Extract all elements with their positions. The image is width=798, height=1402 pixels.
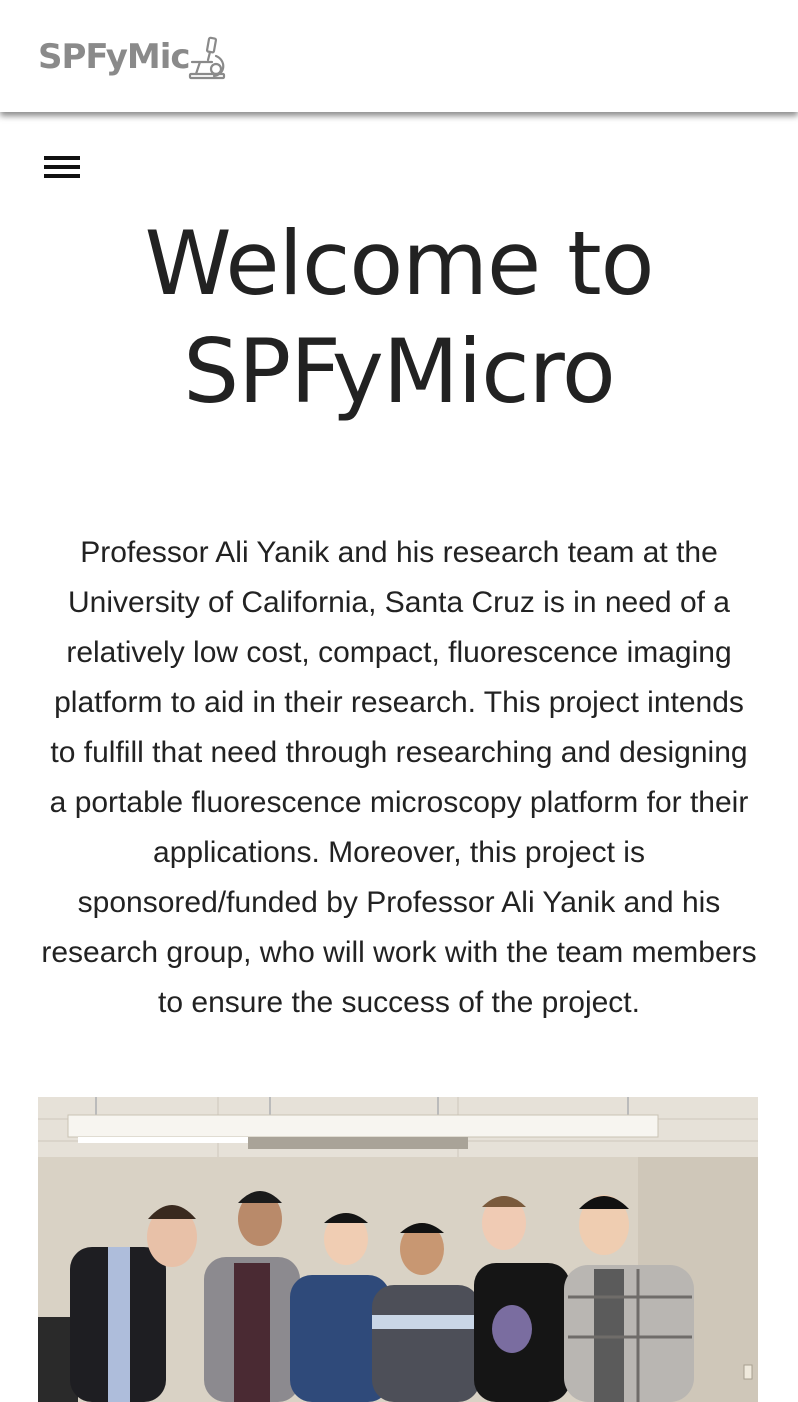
team-photo-illustration	[38, 1097, 758, 1402]
microscope-icon	[188, 36, 225, 80]
team-photo	[38, 1097, 758, 1402]
page-title: Welcome to SPFyMicro	[0, 210, 798, 426]
site-logo[interactable]: SPFyMic	[38, 34, 228, 80]
page-title-line-1: Welcome to	[144, 212, 655, 315]
menu-bar-middle	[44, 165, 80, 169]
intro-paragraph: Professor Ali Yanik and his research tea…	[41, 536, 757, 1019]
menu-bar-bottom	[44, 174, 80, 178]
menu-bar-top	[44, 156, 80, 160]
page-title-line-2: SPFyMicro	[183, 320, 615, 423]
top-bar: SPFyMic	[0, 0, 798, 112]
logo-text: SPFyMic	[38, 37, 191, 77]
hamburger-menu-icon[interactable]	[42, 154, 82, 184]
